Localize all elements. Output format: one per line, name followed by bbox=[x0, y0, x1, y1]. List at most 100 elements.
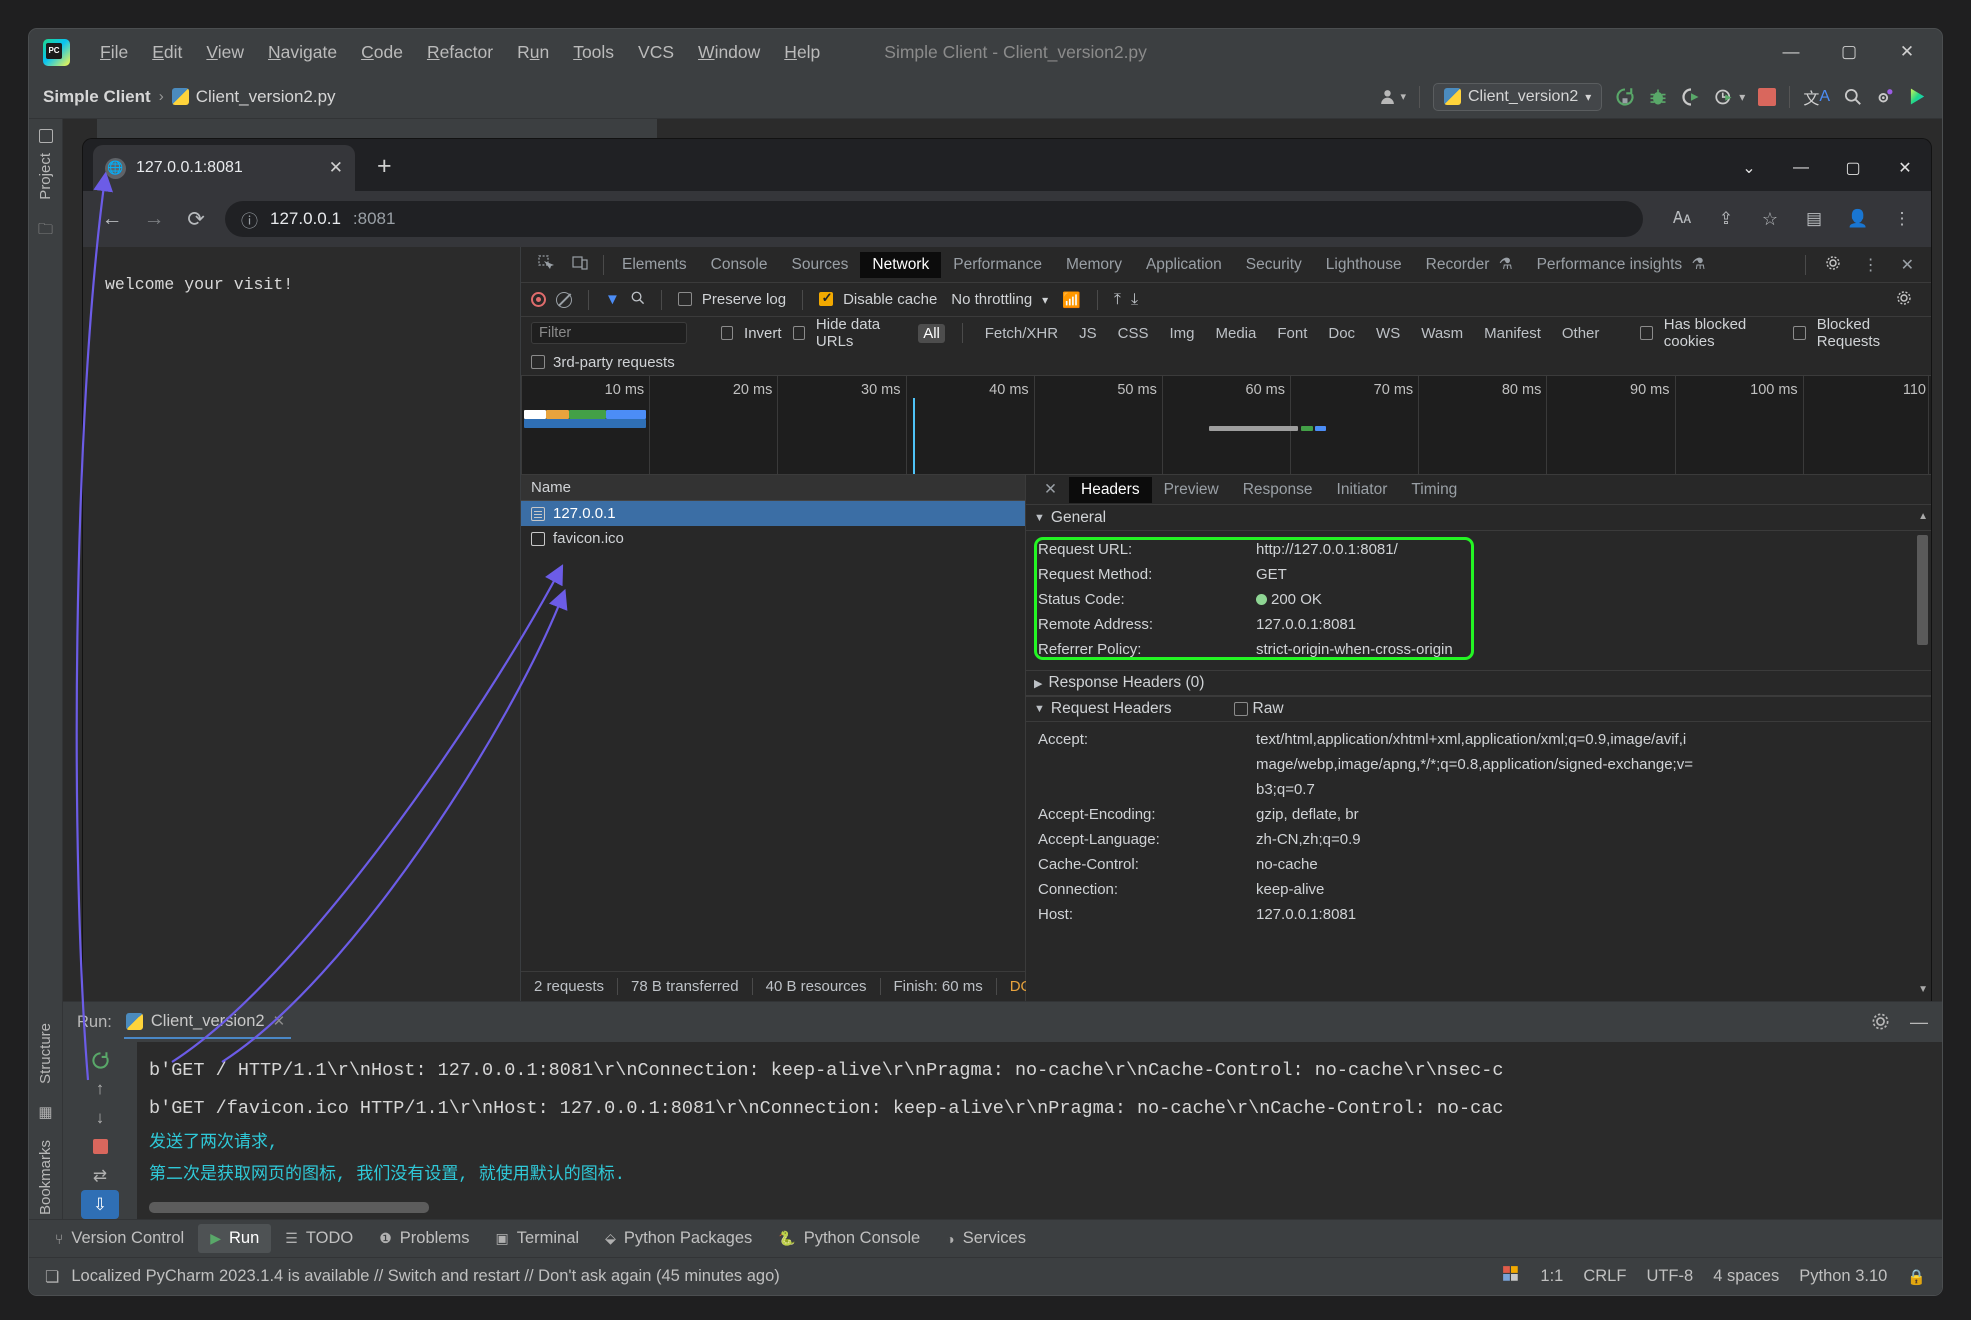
caret-position[interactable]: 1:1 bbox=[1540, 1267, 1563, 1286]
disable-cache-label[interactable]: Disable cache bbox=[843, 291, 937, 308]
translate-icon[interactable]: 文A bbox=[1803, 85, 1830, 109]
bookmark-star-icon[interactable]: ☆ bbox=[1757, 209, 1783, 230]
menu-edit[interactable]: Edit bbox=[140, 38, 194, 67]
third-party-requests-label[interactable]: 3rd-party requests bbox=[553, 354, 675, 371]
console-horizontal-scrollbar[interactable] bbox=[149, 1202, 429, 1213]
export-har-icon[interactable]: ⤓ bbox=[1131, 291, 1138, 309]
status-message[interactable]: Localized PyCharm 2023.1.4 is available … bbox=[71, 1267, 779, 1286]
more-vertical-icon[interactable]: ⋮ bbox=[1854, 255, 1888, 275]
invert-checkbox-icon[interactable] bbox=[720, 326, 734, 340]
has-blocked-cookies-checkbox-icon[interactable] bbox=[1640, 326, 1653, 340]
indent-setting[interactable]: 4 spaces bbox=[1713, 1267, 1779, 1286]
menu-tools[interactable]: Tools bbox=[561, 38, 626, 67]
scroll-up-icon[interactable]: ↑ bbox=[81, 1075, 119, 1104]
stop-icon[interactable] bbox=[81, 1132, 119, 1161]
third-party-requests-checkbox-icon[interactable] bbox=[531, 355, 545, 369]
details-close-icon[interactable]: ✕ bbox=[1032, 476, 1069, 503]
python-interpreter[interactable]: Python 3.10 bbox=[1799, 1267, 1887, 1286]
filter-input[interactable]: Filter bbox=[531, 322, 687, 344]
menu-vcs[interactable]: VCS bbox=[626, 38, 686, 67]
browser-minimize-button[interactable]: — bbox=[1775, 145, 1827, 191]
filter-type-media[interactable]: Media bbox=[1210, 324, 1261, 343]
section-request-headers[interactable]: ▼ Request Headers Raw bbox=[1026, 696, 1931, 722]
throttling-caret-icon[interactable]: ▾ bbox=[1042, 293, 1048, 307]
rerun-icon[interactable] bbox=[1615, 87, 1635, 107]
scroll-up-arrow-icon[interactable]: ▲ bbox=[1918, 511, 1928, 522]
import-har-icon[interactable]: ⤒ bbox=[1114, 291, 1121, 309]
filter-type-img[interactable]: Img bbox=[1164, 324, 1199, 343]
settings-gear-icon[interactable] bbox=[1871, 1012, 1890, 1036]
clear-icon[interactable] bbox=[556, 291, 572, 308]
run-configuration-selector[interactable]: Client_version2 ▾ bbox=[1432, 82, 1603, 111]
devtools-tab-security[interactable]: Security bbox=[1234, 252, 1314, 278]
preserve-log-label[interactable]: Preserve log bbox=[702, 291, 786, 308]
rerun-icon[interactable] bbox=[81, 1046, 119, 1075]
sidebar-label-structure[interactable]: Structure bbox=[37, 1023, 54, 1084]
devtools-tab-recorder[interactable]: Recorder ⚗ bbox=[1414, 251, 1525, 278]
filter-type-js[interactable]: JS bbox=[1074, 324, 1102, 343]
project-panel-toggle-icon[interactable] bbox=[38, 129, 53, 143]
folder-icon[interactable]: 🗀 bbox=[38, 219, 53, 244]
filter-type-ws[interactable]: WS bbox=[1371, 324, 1405, 343]
has-blocked-cookies-label[interactable]: Has blocked cookies bbox=[1664, 316, 1783, 350]
scroll-down-icon[interactable]: ↓ bbox=[81, 1104, 119, 1133]
sidebar-label-bookmarks[interactable]: Bookmarks bbox=[37, 1140, 54, 1215]
settings-icon[interactable] bbox=[1875, 87, 1894, 106]
devtools-tab-network[interactable]: Network bbox=[860, 251, 942, 278]
menu-view[interactable]: View bbox=[194, 38, 256, 67]
menu-file[interactable]: File bbox=[88, 38, 140, 67]
details-tab-initiator[interactable]: Initiator bbox=[1325, 477, 1400, 503]
devtools-tab-lighthouse[interactable]: Lighthouse bbox=[1314, 252, 1414, 278]
close-icon[interactable]: ✕ bbox=[1892, 255, 1923, 275]
sidebar-label-project[interactable]: Project bbox=[37, 153, 54, 200]
bottom-tab-todo[interactable]: ☰ TODO bbox=[273, 1224, 365, 1253]
filter-funnel-icon[interactable]: ▼ bbox=[605, 291, 620, 308]
reload-icon[interactable]: ⟳ bbox=[183, 207, 209, 232]
menu-window[interactable]: Window bbox=[686, 38, 772, 67]
soft-wrap-icon[interactable]: ⇄ bbox=[81, 1161, 119, 1190]
file-encoding[interactable]: UTF-8 bbox=[1646, 1267, 1693, 1286]
section-response-headers[interactable]: ▶ Response Headers (0) bbox=[1026, 670, 1931, 696]
network-settings-gear-icon[interactable] bbox=[1887, 290, 1921, 310]
address-bar[interactable]: ⓘ 127.0.0.1:8081 bbox=[225, 201, 1643, 237]
forward-icon[interactable]: → bbox=[141, 207, 167, 231]
profile-icon[interactable] bbox=[1714, 87, 1734, 107]
browser-close-button[interactable]: ✕ bbox=[1879, 145, 1931, 191]
line-separator[interactable]: CRLF bbox=[1583, 1267, 1626, 1286]
menu-help[interactable]: Help bbox=[772, 38, 832, 67]
invert-label[interactable]: Invert bbox=[744, 325, 782, 342]
devtools-tab-elements[interactable]: Elements bbox=[610, 252, 699, 278]
menu-navigate[interactable]: Navigate bbox=[256, 38, 349, 67]
menu-refactor[interactable]: Refactor bbox=[415, 38, 505, 67]
minimize-icon[interactable]: — bbox=[1910, 1012, 1928, 1036]
request-list-header[interactable]: Name bbox=[521, 475, 1025, 501]
blocked-requests-label[interactable]: Blocked Requests bbox=[1817, 316, 1921, 350]
raw-label[interactable]: Raw bbox=[1253, 700, 1284, 718]
run-console-output[interactable]: b'GET / HTTP/1.1\r\nHost: 127.0.0.1:8081… bbox=[137, 1042, 1942, 1219]
ai-assistant-icon[interactable] bbox=[1907, 86, 1928, 107]
device-toolbar-icon[interactable] bbox=[563, 255, 597, 275]
window-close-button[interactable]: ✕ bbox=[1878, 30, 1936, 74]
stop-icon[interactable] bbox=[1758, 87, 1777, 106]
devtools-tab-sources[interactable]: Sources bbox=[780, 252, 861, 278]
bottom-tab-services[interactable]: ◑ Services bbox=[934, 1224, 1038, 1253]
coverage-icon[interactable] bbox=[1681, 87, 1701, 107]
filter-type-css[interactable]: CSS bbox=[1113, 324, 1154, 343]
bottom-tab-python-packages[interactable]: ⬙ Python Packages bbox=[593, 1224, 764, 1253]
filter-type-wasm[interactable]: Wasm bbox=[1416, 324, 1468, 343]
breadcrumb-project[interactable]: Simple Client bbox=[43, 87, 151, 107]
breadcrumb-file[interactable]: Client_version2.py bbox=[196, 87, 336, 107]
menu-code[interactable]: Code bbox=[349, 38, 415, 67]
record-stop-icon[interactable] bbox=[531, 292, 546, 307]
browser-tab-close-icon[interactable]: ✕ bbox=[329, 158, 343, 178]
preserve-log-checkbox[interactable] bbox=[677, 291, 692, 308]
profile-caret-icon[interactable]: ▾ bbox=[1739, 90, 1745, 104]
browser-tab[interactable]: 🌐 127.0.0.1:8081 ✕ bbox=[93, 145, 355, 191]
translate-icon[interactable]: 🗛 bbox=[1669, 210, 1695, 228]
blocked-requests-checkbox-icon[interactable] bbox=[1793, 326, 1806, 340]
lock-icon[interactable]: 🔒 bbox=[1907, 1268, 1926, 1286]
throttling-select[interactable]: No throttling bbox=[951, 291, 1032, 308]
event-log-icon[interactable]: ❏ bbox=[45, 1267, 59, 1287]
search-icon[interactable] bbox=[630, 290, 645, 309]
scroll-down-arrow-icon[interactable]: ▼ bbox=[1918, 984, 1928, 995]
